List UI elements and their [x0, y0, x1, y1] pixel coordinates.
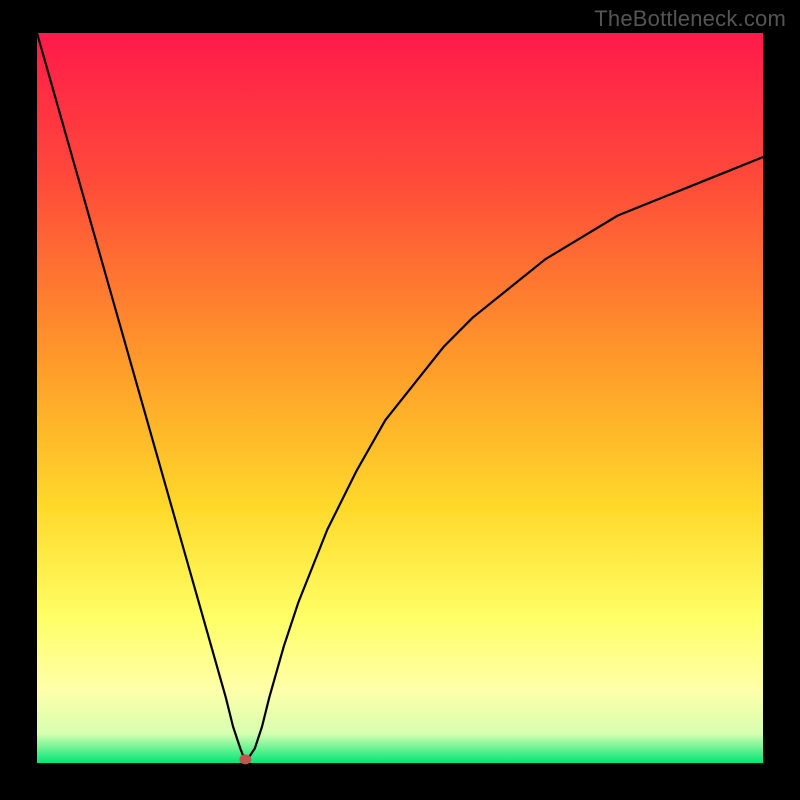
bottleneck-plot: [0, 0, 800, 800]
min-point-marker: [239, 754, 251, 764]
plot-background: [37, 33, 763, 763]
chart-frame: TheBottleneck.com: [0, 0, 800, 800]
